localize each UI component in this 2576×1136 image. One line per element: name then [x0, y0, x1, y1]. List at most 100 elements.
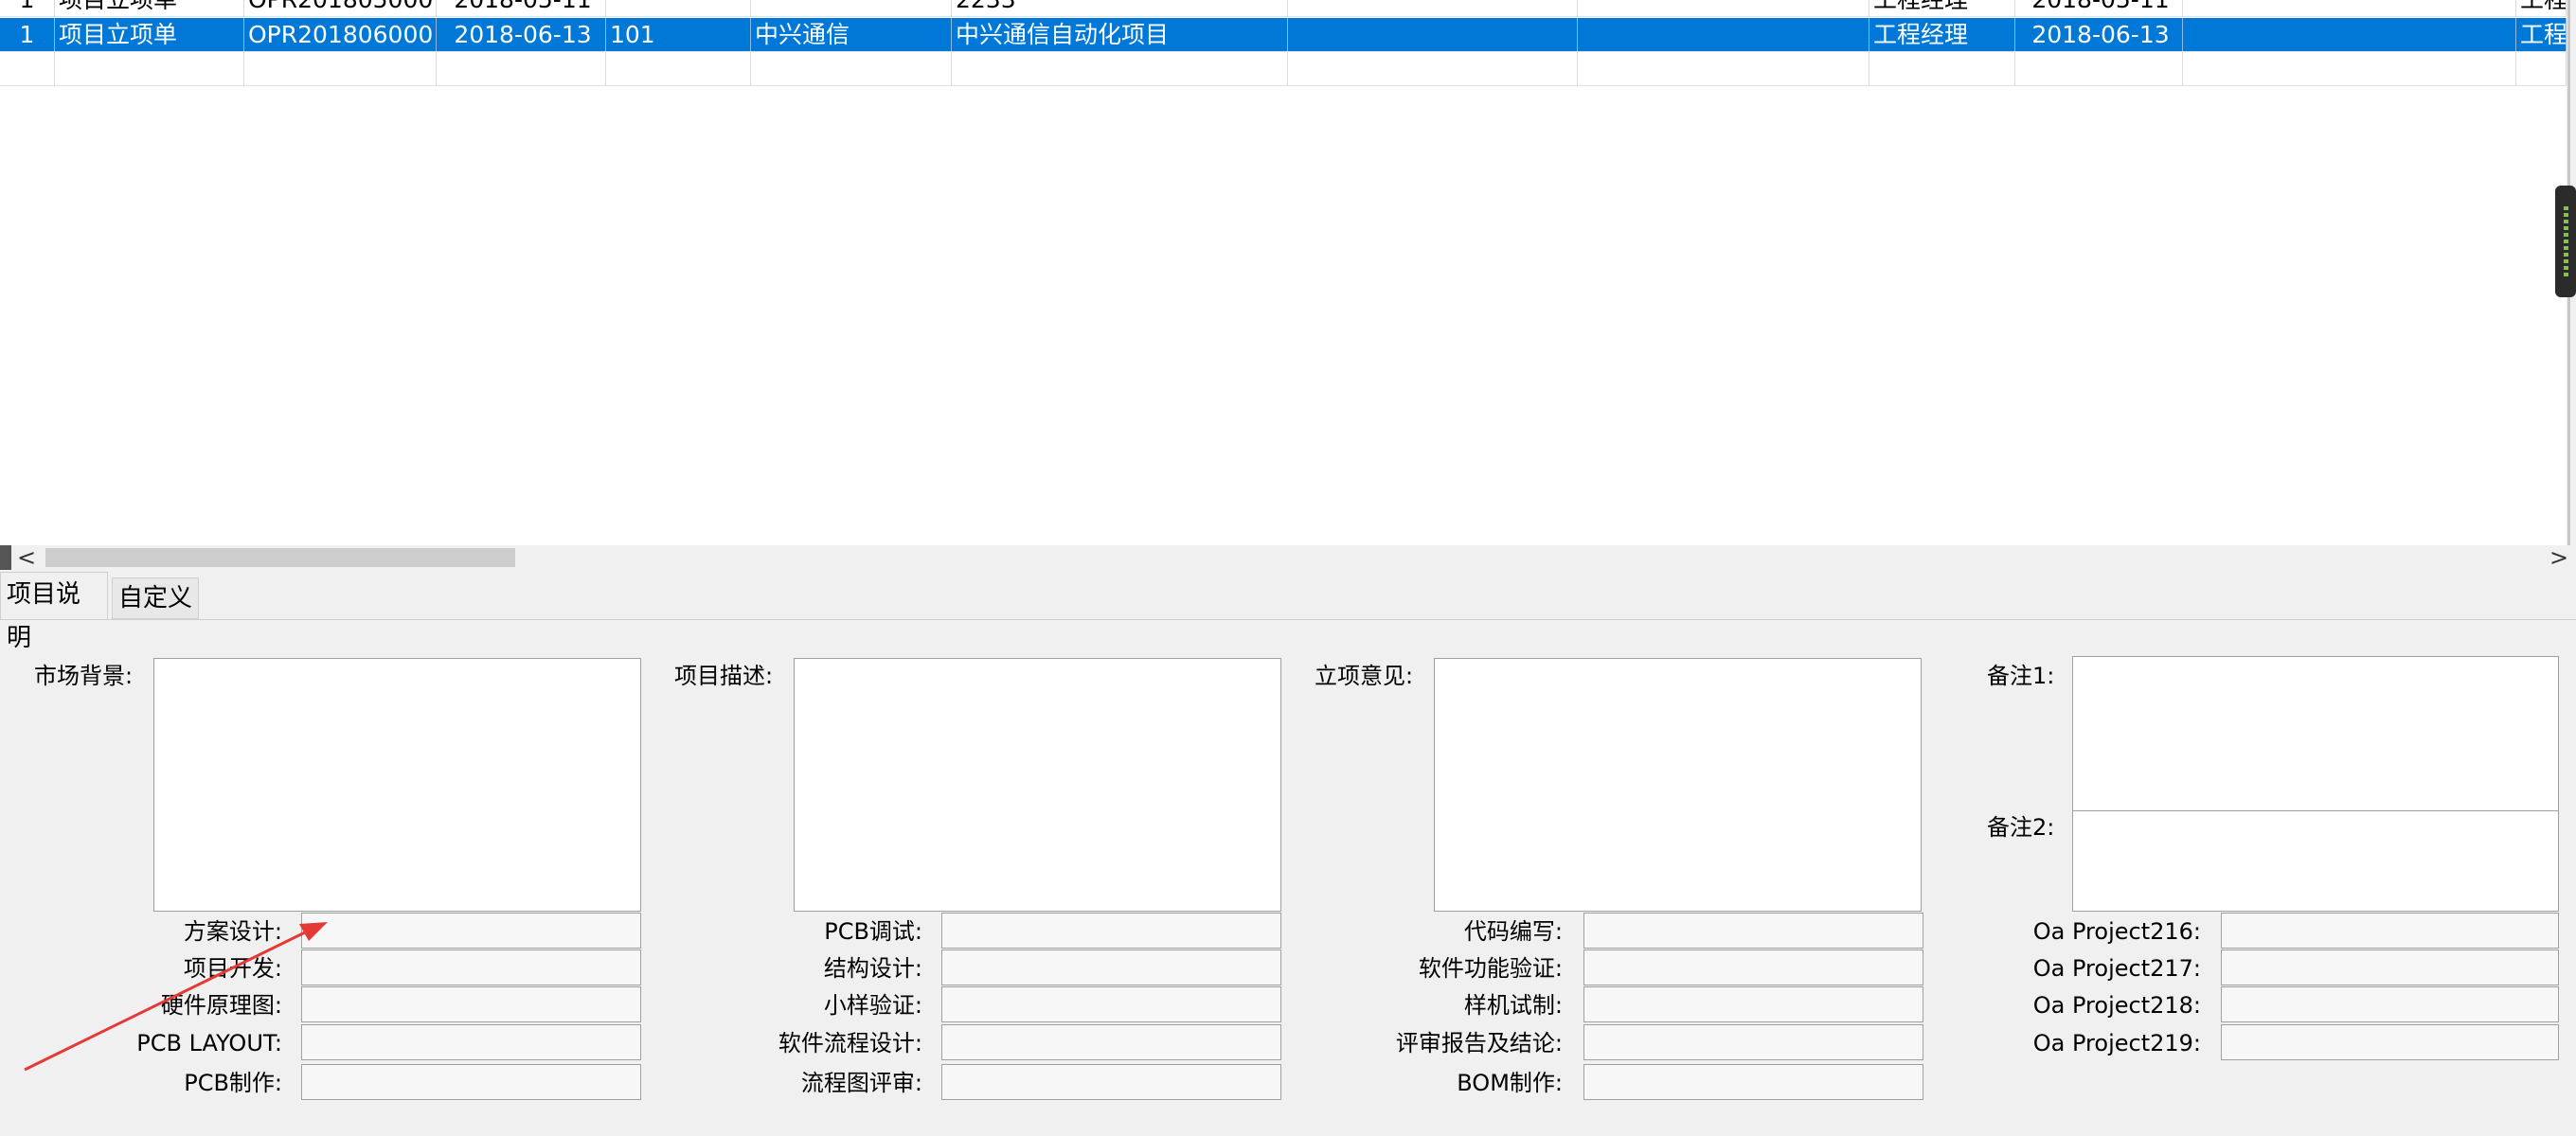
remark2-label: 备注2: — [1987, 814, 2055, 841]
cell-name[interactable]: 中兴通信自动化项目 — [952, 18, 1288, 51]
cell-name[interactable] — [952, 52, 1288, 85]
cell-c8[interactable] — [1578, 0, 1869, 16]
review-report-field[interactable] — [1583, 1024, 1923, 1060]
cell-date[interactable]: 2018-05-11 — [437, 0, 606, 16]
cell-name[interactable]: 2233 — [952, 0, 1288, 16]
oa-project219-field[interactable] — [2221, 1024, 2559, 1060]
cell-code[interactable]: OPR2018050001 — [244, 0, 437, 16]
scrollbar-gripper — [0, 545, 11, 570]
cell-c5[interactable]: 中兴通信 — [751, 18, 952, 51]
scroll-left-arrow-icon[interactable]: < — [13, 545, 40, 570]
sample-verification-field[interactable] — [941, 986, 1281, 1022]
pcb-fabrication-field[interactable] — [301, 1064, 641, 1100]
code-writing-field[interactable] — [1583, 913, 1923, 949]
horizontal-scrollbar[interactable]: < > — [0, 545, 2576, 570]
cell-c4[interactable]: 101 — [606, 18, 751, 51]
field-label: 样机试制: — [1463, 992, 1563, 1019]
cell-role[interactable]: 工程经理 — [1869, 0, 2015, 16]
cell-c11[interactable] — [2183, 0, 2516, 16]
approval-opinion-textarea[interactable] — [1434, 658, 1922, 912]
tab-project-description[interactable]: 项目说明 — [0, 572, 108, 652]
prototype-trial-field[interactable] — [1583, 986, 1923, 1022]
field-label: 硬件原理图: — [160, 992, 282, 1019]
project-development-field[interactable] — [301, 950, 641, 985]
scroll-right-arrow-icon[interactable]: > — [2546, 545, 2572, 570]
oa-project217-field[interactable] — [2221, 950, 2559, 985]
cell-c11[interactable] — [2183, 18, 2516, 51]
field-label: PCB制作: — [184, 1070, 282, 1096]
cell-date[interactable]: 2018-06-13 — [437, 18, 606, 51]
cell-date2[interactable]: 2018-05-11 — [2015, 0, 2183, 16]
field-label: 结构设计: — [823, 955, 922, 982]
cell-tail[interactable] — [2516, 52, 2567, 85]
cell-c7[interactable] — [1288, 52, 1578, 85]
pcb-layout-field[interactable] — [301, 1024, 641, 1060]
cell-code[interactable]: OPR2018060001 — [244, 18, 437, 51]
project-description-textarea[interactable] — [794, 658, 1281, 912]
field-label: 方案设计: — [183, 918, 282, 945]
cell-date[interactable] — [437, 52, 606, 85]
structure-design-field[interactable] — [941, 950, 1281, 985]
remark1-textarea[interactable] — [2072, 656, 2559, 811]
remark2-textarea[interactable] — [2072, 810, 2559, 912]
project-description-label: 项目描述: — [674, 663, 774, 689]
cell-tail[interactable]: 工程 — [2516, 0, 2567, 16]
cell-code[interactable] — [244, 52, 437, 85]
field-label: PCB LAYOUT: — [136, 1030, 282, 1056]
bom-creation-field[interactable] — [1583, 1064, 1923, 1100]
table-row-empty[interactable] — [0, 52, 2567, 86]
cell-c8[interactable] — [1578, 52, 1869, 85]
oa-project218-field[interactable] — [2221, 986, 2559, 1022]
cell-c5[interactable] — [751, 0, 952, 16]
scheme-design-field[interactable] — [301, 913, 641, 949]
cell-c11[interactable] — [2183, 52, 2516, 85]
field-label: 评审报告及结论: — [1395, 1030, 1563, 1056]
software-flow-design-field[interactable] — [941, 1024, 1281, 1060]
cell-c7[interactable] — [1288, 18, 1578, 51]
cell-type[interactable]: 项目立项单 — [55, 18, 244, 51]
field-label: 软件功能验证: — [1418, 955, 1563, 982]
project-form: 市场背景: 项目描述: 立项意见: 备注1: 备注2: 方案设计: 项目开发: … — [0, 620, 2567, 1136]
data-grid[interactable]: 1 项目立项单 OPR2018050001 2018-05-11 2233 工程… — [0, 0, 2567, 545]
cell-c5[interactable] — [751, 52, 952, 85]
cell-no[interactable] — [0, 52, 55, 85]
field-label: PCB调试: — [824, 918, 922, 945]
scrollbar-thumb[interactable] — [45, 548, 515, 567]
cell-c7[interactable] — [1288, 0, 1578, 16]
oa-project216-field[interactable] — [2221, 913, 2559, 949]
cell-date2[interactable]: 2018-06-13 — [2015, 18, 2183, 51]
field-label: 小样验证: — [823, 992, 922, 1019]
cell-no[interactable]: 1 — [0, 18, 55, 51]
market-background-textarea[interactable] — [153, 658, 641, 912]
approval-opinion-label: 立项意见: — [1315, 663, 1414, 689]
software-function-verification-field[interactable] — [1583, 950, 1923, 985]
field-label: 代码编写: — [1463, 918, 1563, 945]
meter-widget-icon[interactable] — [2555, 186, 2576, 297]
field-label: Oa Project217: — [2032, 955, 2201, 982]
field-label: Oa Project218: — [2032, 992, 2201, 1019]
cell-role[interactable] — [1869, 52, 2015, 85]
remark1-label: 备注1: — [1987, 663, 2055, 689]
cell-type[interactable] — [55, 52, 244, 85]
flowchart-review-field[interactable] — [941, 1064, 1281, 1100]
cell-role[interactable]: 工程经理 — [1869, 18, 2015, 51]
tab-custom[interactable]: 自定义 — [112, 577, 199, 619]
cell-c4[interactable] — [606, 0, 751, 16]
cell-no[interactable]: 1 — [0, 0, 55, 16]
cell-c8[interactable] — [1578, 18, 1869, 51]
tab-strip: 项目说明 自定义 — [0, 572, 2576, 652]
cell-type[interactable]: 项目立项单 — [55, 0, 244, 16]
field-label: Oa Project216: — [2032, 918, 2201, 945]
market-background-label: 市场背景: — [34, 663, 134, 689]
table-row-selected[interactable]: 1 项目立项单 OPR2018060001 2018-06-13 101 中兴通… — [0, 18, 2567, 52]
cell-tail[interactable]: 工程经 — [2516, 18, 2567, 51]
pcb-debug-field[interactable] — [941, 913, 1281, 949]
cell-c4[interactable] — [606, 52, 751, 85]
cell-date2[interactable] — [2015, 52, 2183, 85]
field-label: 流程图评审: — [800, 1070, 922, 1096]
field-label: BOM制作: — [1457, 1070, 1563, 1096]
table-row[interactable]: 1 项目立项单 OPR2018050001 2018-05-11 2233 工程… — [0, 0, 2567, 17]
field-label: 软件流程设计: — [778, 1030, 922, 1056]
hardware-schematic-field[interactable] — [301, 986, 641, 1022]
field-label: 项目开发: — [183, 955, 282, 982]
